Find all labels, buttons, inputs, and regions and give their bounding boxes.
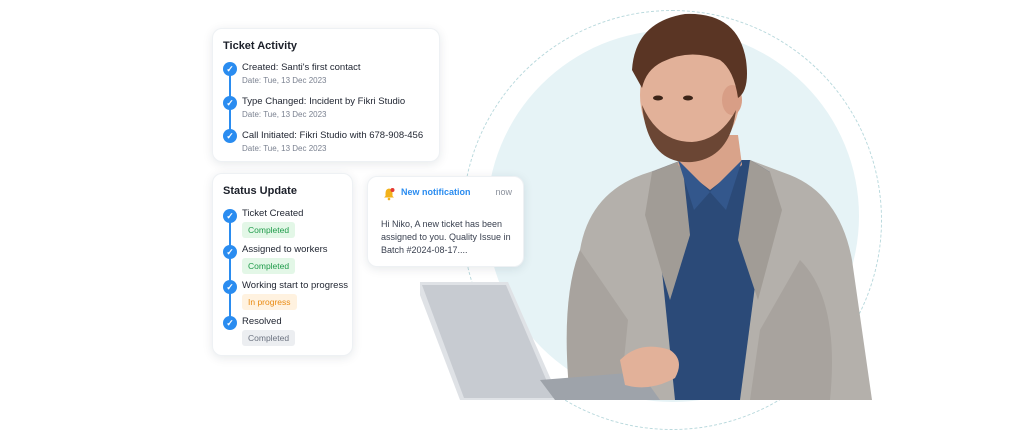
status-item-label: Ticket Created: [242, 208, 304, 219]
status-badge: Completed: [242, 258, 296, 274]
notification-time: now: [495, 187, 512, 197]
check-icon: ✓: [223, 129, 237, 143]
notification-message-line: Batch #2024-08-17....: [381, 245, 468, 255]
notification-message-line: Hi Niko, A new ticket has been: [381, 219, 503, 229]
status-badge: Completed: [242, 330, 296, 346]
check-icon: ✓: [223, 245, 237, 259]
ticket-activity-item-label: Type Changed: Incident by Fikri Studio: [242, 96, 406, 107]
check-icon: ✓: [223, 280, 237, 294]
status-update-title: Status Update: [223, 185, 297, 197]
ticket-activity-item-label: Call Initiated: Fikri Studio with 678-90…: [242, 130, 424, 141]
status-item-label: Working start to progress: [242, 280, 348, 291]
ticket-activity-item-label: Created: Santi's first contact: [242, 62, 361, 73]
notification-card[interactable]: New notification now Hi Niko, A new tick…: [367, 176, 524, 267]
status-update-timeline: [229, 222, 231, 324]
notification-message-line: assigned to you. Quality Issue in: [381, 232, 511, 242]
ticket-activity-card: Ticket Activity ✓ Created: Santi's first…: [212, 28, 440, 162]
check-icon: ✓: [223, 316, 237, 330]
status-badge: In progress: [242, 294, 297, 310]
check-icon: ✓: [223, 209, 237, 223]
check-icon: ✓: [223, 96, 237, 110]
notification-title: New notification: [401, 187, 471, 197]
ticket-activity-title: Ticket Activity: [223, 40, 297, 52]
status-item-label: Assigned to workers: [242, 244, 328, 255]
ticket-activity-item-date: Date: Tue, 13 Dec 2023: [242, 144, 327, 153]
status-item-label: Resolved: [242, 316, 282, 327]
ticket-activity-item-date: Date: Tue, 13 Dec 2023: [242, 110, 327, 119]
ticket-activity-item-date: Date: Tue, 13 Dec 2023: [242, 76, 327, 85]
status-badge: Completed: [242, 222, 296, 238]
bell-icon: [384, 188, 395, 201]
check-icon: ✓: [223, 62, 237, 76]
status-update-card: Status Update ✓ Ticket Created Completed…: [212, 173, 353, 356]
